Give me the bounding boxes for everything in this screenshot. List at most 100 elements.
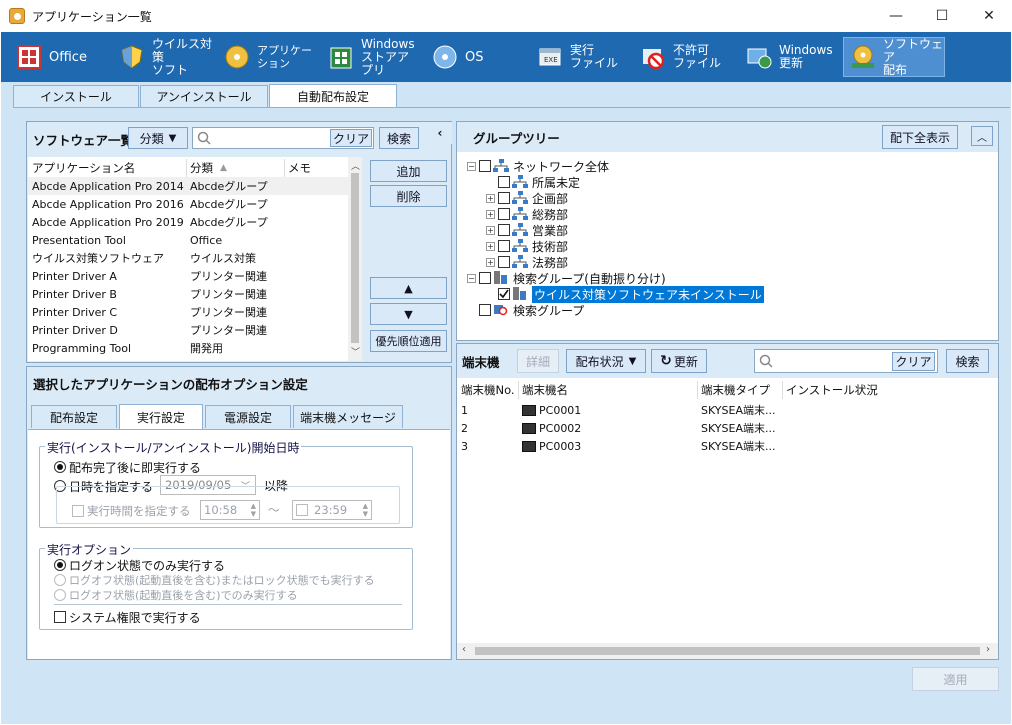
terminal-search-button[interactable]: 検索	[946, 349, 989, 373]
logoff-option[interactable]: ログオフ状態(起動直後を含む)でのみ実行する	[54, 586, 298, 604]
spinner-icon[interactable]: ▲ ▼	[363, 502, 368, 518]
ribbon-office-button[interactable]: Office	[15, 36, 107, 78]
expander-icon[interactable]: −	[467, 273, 476, 283]
ribbon-store-button[interactable]: Windows ストアアプリ	[327, 36, 419, 78]
expander-icon[interactable]: +	[486, 257, 495, 267]
expander-icon[interactable]: +	[486, 241, 495, 251]
tree-node-search-group[interactable]: 検索グループ	[467, 301, 584, 319]
tree-checkbox[interactable]	[479, 160, 491, 172]
collapse-panel-button[interactable]: ‹	[428, 122, 452, 144]
software-clear-button[interactable]: クリア	[330, 129, 372, 147]
priority-apply-button[interactable]: 優先順位適用	[370, 330, 447, 352]
software-row[interactable]: Printer Driver C プリンター関連	[28, 303, 348, 321]
tab-uninstall[interactable]: アンインストール	[140, 85, 268, 107]
time-to-checkbox[interactable]	[296, 504, 308, 516]
tab-install[interactable]: インストール	[13, 85, 139, 107]
software-search-button[interactable]: 検索	[379, 127, 419, 149]
col-terminal-name[interactable]: 端末機名	[522, 382, 568, 398]
category-dropdown-button[interactable]: 分類 ▼	[128, 127, 188, 149]
tree-checkbox[interactable]	[479, 304, 491, 316]
ribbon-antivirus-button[interactable]: ウイルス対策 ソフト	[118, 36, 218, 78]
tree-checkbox[interactable]	[498, 176, 510, 188]
tree-checkbox[interactable]	[498, 192, 510, 204]
logon-radio[interactable]	[54, 559, 66, 571]
software-row[interactable]: Programming Tool 開発用	[28, 339, 348, 357]
software-scrollbar[interactable]: ︿ ﹀	[348, 157, 362, 361]
immediate-option[interactable]: 配布完了後に即実行する	[54, 458, 201, 476]
terminal-row[interactable]: 2 PC0002 SKYSEA端末...	[457, 419, 998, 437]
time-range-checkbox[interactable]	[72, 505, 84, 517]
logoff-radio[interactable]	[54, 589, 66, 601]
expander-icon[interactable]: +	[486, 209, 495, 219]
delete-button[interactable]: 削除	[370, 185, 447, 207]
software-row[interactable]: Printer Driver A プリンター関連	[28, 267, 348, 285]
show-all-button[interactable]: 配下全表示	[882, 125, 958, 149]
software-row[interactable]: ウイルス対策ソフトウェア ウイルス対策	[28, 249, 348, 267]
hscroll-thumb[interactable]	[475, 647, 980, 655]
expander-icon[interactable]: +	[486, 225, 495, 235]
system-option[interactable]: システム権限で実行する	[54, 608, 201, 626]
scroll-right-icon[interactable]: ›	[986, 644, 990, 655]
tree-checkbox[interactable]	[498, 240, 510, 252]
time-to-input[interactable]: 23:59 ▲ ▼	[292, 500, 372, 520]
ribbon-notallowed-button[interactable]: 不許可 ファイル	[639, 36, 729, 78]
col-terminal-type[interactable]: 端末機タイプ	[701, 382, 770, 398]
terminal-row[interactable]: 1 PC0001 SKYSEA端末...	[457, 401, 998, 419]
move-up-button[interactable]: ▲	[370, 277, 447, 299]
ribbon-exec-file-button[interactable]: EXE 実行 ファイル	[536, 36, 626, 78]
terminal-row[interactable]: 3 PC0003 SKYSEA端末...	[457, 437, 998, 455]
ribbon-windows-update-button[interactable]: Windows 更新	[745, 36, 837, 78]
col-memo[interactable]: メモ	[288, 160, 311, 176]
tree-checkbox[interactable]	[498, 208, 510, 220]
tab-power-settings[interactable]: 電源設定	[205, 405, 291, 428]
system-checkbox[interactable]	[54, 611, 66, 623]
tab-distribution-settings[interactable]: 配布設定	[31, 405, 117, 428]
collapse-tree-button[interactable]: ︿	[971, 126, 993, 146]
col-install-status[interactable]: インストール状況	[786, 382, 878, 398]
terminal-clear-button[interactable]: クリア	[892, 352, 935, 371]
time-from-input[interactable]: 10:58 ▲ ▼	[200, 500, 260, 520]
tab-auto-distribution[interactable]: 自動配布設定	[269, 84, 397, 108]
move-down-button[interactable]: ▼	[370, 303, 447, 325]
col-terminal-no[interactable]: 端末機No.	[461, 382, 515, 398]
software-row[interactable]: Abcde Application Pro 2014 Abcdeグループ	[28, 177, 348, 195]
logoff-lock-radio[interactable]	[54, 574, 66, 586]
expander-icon[interactable]: +	[486, 193, 495, 203]
scroll-up-icon[interactable]: ︿	[351, 159, 360, 172]
apply-button[interactable]: 適用	[912, 667, 999, 691]
tree-checkbox[interactable]	[498, 256, 510, 268]
terminal-row-type: SKYSEA端末...	[701, 440, 776, 453]
ribbon-software-distribution-button[interactable]: ソフトウェア 配布	[843, 37, 945, 77]
scroll-thumb[interactable]	[351, 173, 359, 343]
tab-terminal-message[interactable]: 端末機メッセージ	[293, 405, 403, 428]
software-row[interactable]: Presentation Tool Office	[28, 231, 348, 249]
scroll-down-icon[interactable]: ﹀	[351, 345, 360, 358]
detail-button[interactable]: 詳細	[517, 349, 559, 373]
add-button[interactable]: 追加	[370, 160, 447, 182]
scroll-left-icon[interactable]: ‹	[462, 644, 466, 655]
col-category[interactable]: 分類	[190, 160, 213, 176]
ribbon-os-button[interactable]: OS	[431, 36, 497, 78]
ribbon-application-button[interactable]: アプリケーション	[223, 36, 319, 78]
software-row[interactable]: Abcde Application Pro 2016 Abcdeグループ	[28, 195, 348, 213]
tree-checkbox[interactable]	[498, 224, 510, 236]
software-row[interactable]: Printer Driver B プリンター関連	[28, 285, 348, 303]
tree-checkbox[interactable]	[498, 288, 510, 300]
immediate-radio[interactable]	[54, 461, 66, 473]
maximize-button[interactable]: ☐	[919, 0, 965, 32]
expander-icon[interactable]: −	[467, 161, 476, 171]
terminal-hscrollbar[interactable]: ‹ ›	[457, 643, 998, 659]
refresh-button[interactable]: ↻ 更新	[651, 349, 707, 373]
software-row[interactable]: Printer Driver D プリンター関連	[28, 321, 348, 339]
spinner-icon[interactable]: ▲ ▼	[251, 502, 256, 518]
close-button[interactable]: ✕	[966, 0, 1012, 32]
col-app-name[interactable]: アプリケーション名	[32, 160, 135, 176]
time-range-option[interactable]: 実行時間を指定する	[72, 502, 191, 520]
tab-exec-settings[interactable]: 実行設定	[119, 404, 203, 429]
software-list-title: ソフトウェア一覧	[33, 133, 134, 148]
software-row[interactable]: Abcde Application Pro 2019 Abcdeグループ	[28, 213, 348, 231]
distribution-status-button[interactable]: 配布状況 ▼	[566, 349, 646, 373]
tree-checkbox[interactable]	[479, 272, 491, 284]
tree-node-label: ネットワーク全体	[513, 159, 610, 174]
minimize-button[interactable]: —	[873, 0, 919, 32]
